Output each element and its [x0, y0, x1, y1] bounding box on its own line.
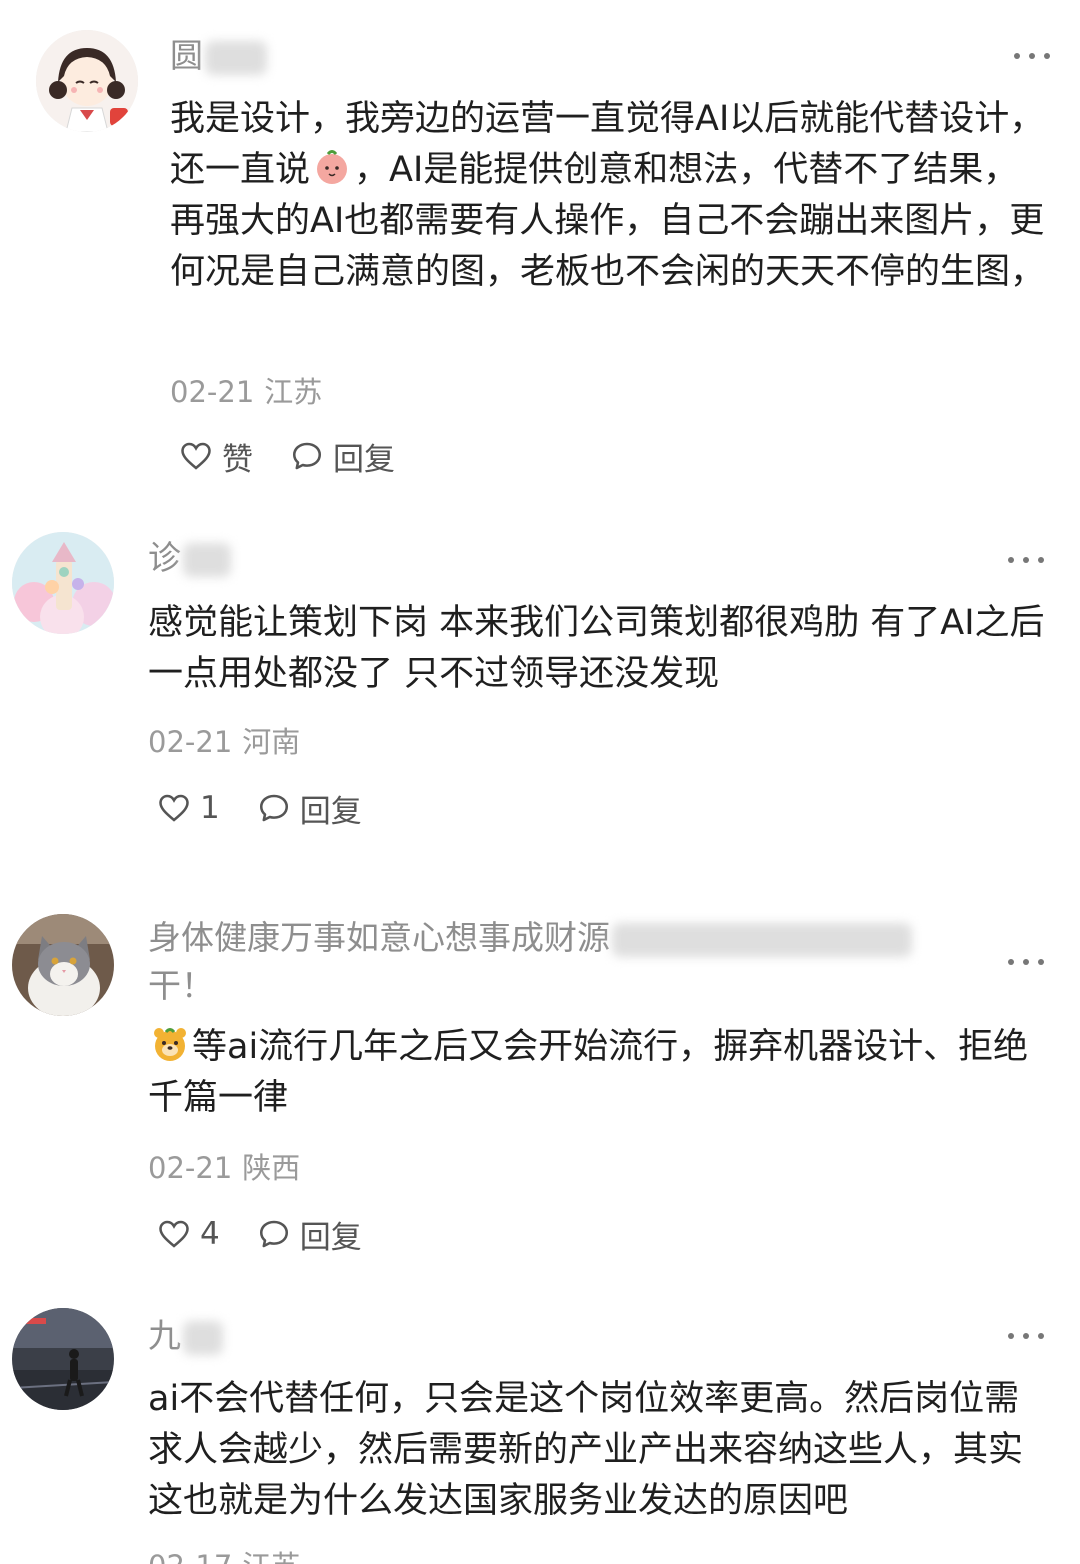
avatar[interactable]	[12, 1308, 114, 1410]
username-text: 九	[148, 1316, 181, 1355]
heart-outline-icon	[159, 794, 189, 822]
reply-button[interactable]: 回复	[256, 786, 362, 831]
heart-outline-icon	[181, 442, 211, 470]
username[interactable]: 诊	[148, 536, 231, 580]
comment-content-text: 感觉能让策划下岗 本来我们公司策划都很鸡肋 有了AI之后 一点用处都没了 只不过…	[148, 603, 1045, 694]
comment-location: 江苏	[242, 1549, 300, 1564]
like-button[interactable]: 赞	[178, 434, 253, 479]
comment-content-text: ai不会代替任何，只会是这个岗位效率更高。然后岗位需求人会越少，然后需要新的产业…	[148, 1379, 1024, 1521]
comment-location: 河南	[242, 725, 301, 759]
like-button[interactable]: 4	[156, 1216, 220, 1252]
comment-date: 02-21	[170, 375, 255, 409]
username-blur	[183, 542, 231, 577]
like-label: 赞	[222, 441, 253, 478]
comment-item: 圆 我是设计，我旁边的运营一直觉得AI以后就能代替设计，还一直说 ，AI是能提供创…	[0, 0, 1080, 500]
comment-date: 02-17	[148, 1549, 232, 1564]
comment-content-text: 等ai流行几年之后又会开始流行，摒弃机器设计、拒绝千篇一律	[148, 1027, 1029, 1118]
comment-actions: 1 回复	[156, 786, 362, 830]
comment-meta: 02-17 江苏	[148, 1546, 300, 1564]
comment-location: 陕西	[242, 1151, 301, 1185]
username[interactable]: 身体健康万事如意心想事成财源	[148, 916, 912, 960]
reply-label: 回复	[299, 793, 362, 830]
reply-button[interactable]: 回复	[289, 434, 395, 479]
comment-meta: 02-21 江苏	[170, 372, 322, 412]
comment-location: 江苏	[264, 375, 323, 409]
username[interactable]: 九	[148, 1314, 223, 1358]
comment-content: ai不会代替任何，只会是这个岗位效率更高。然后岗位需求人会越少，然后需要新的产业…	[148, 1374, 1053, 1527]
avatar[interactable]	[12, 914, 114, 1016]
username-text: 圆	[170, 36, 203, 75]
username-text: 干！	[148, 966, 214, 1005]
comment-meta: 02-21 河南	[148, 722, 300, 762]
like-count: 1	[200, 790, 220, 826]
username-blur	[183, 1320, 223, 1355]
comment-content: 我是设计，我旁边的运营一直觉得AI以后就能代替设计，还一直说 ，AI是能提供创意和…	[170, 94, 1050, 298]
comment-actions: 赞 回复	[178, 434, 395, 478]
username-blur	[205, 40, 267, 75]
bear-face-emoji	[150, 1024, 190, 1064]
avatar[interactable]	[12, 532, 114, 634]
more-dots-icon[interactable]	[1006, 952, 1046, 972]
speech-bubble-icon	[259, 794, 288, 822]
reply-label: 回复	[333, 441, 395, 478]
comment-meta: 02-21 陕西	[148, 1148, 300, 1188]
more-dots-icon[interactable]	[1006, 1326, 1046, 1346]
comment-date: 02-21	[148, 725, 233, 759]
like-count: 4	[200, 1216, 220, 1252]
reply-label: 回复	[299, 1219, 362, 1256]
username-text: 诊	[148, 538, 181, 577]
speech-bubble-icon	[259, 1220, 288, 1248]
comment-date: 02-21	[148, 1151, 233, 1185]
reply-button[interactable]: 回复	[256, 1212, 362, 1257]
username-line-2: 干！	[148, 964, 214, 1008]
more-dots-icon[interactable]	[1012, 46, 1052, 66]
heart-outline-icon	[159, 1220, 189, 1248]
comment-item: 九 ai不会代替任何，只会是这个岗位效率更高。然后岗位需求人会越少，然后需要新的…	[0, 1290, 1080, 1564]
speech-bubble-icon	[292, 442, 322, 470]
comment-item: 身体健康万事如意心想事成财源 干！ 等ai流行几年之后又会开始流行，摒弃机器设计…	[0, 900, 1080, 1290]
comment-content: 等ai流行几年之后又会开始流行，摒弃机器设计、拒绝千篇一律	[148, 1022, 1053, 1124]
username-blur	[612, 922, 912, 957]
peach-face-emoji	[312, 147, 352, 187]
comment-actions: 4 回复	[156, 1212, 362, 1256]
avatar[interactable]	[36, 30, 138, 132]
username[interactable]: 圆	[170, 34, 267, 78]
more-dots-icon[interactable]	[1006, 550, 1046, 570]
username-text: 身体健康万事如意心想事成财源	[148, 918, 610, 957]
like-button[interactable]: 1	[156, 790, 220, 826]
comment-content: 感觉能让策划下岗 本来我们公司策划都很鸡肋 有了AI之后 一点用处都没了 只不过…	[148, 598, 1048, 700]
comment-item: 诊 感觉能让策划下岗 本来我们公司策划都很鸡肋 有了AI之后 一点用处都没了 只…	[0, 500, 1080, 870]
